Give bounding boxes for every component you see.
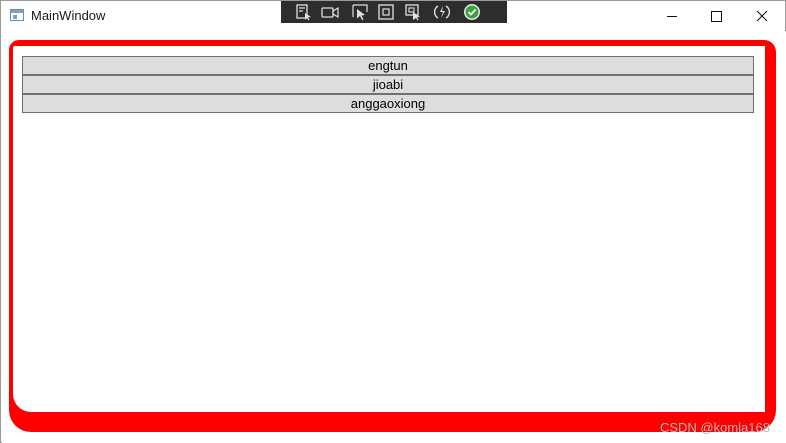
watermark: CSDN @komla168: [659, 420, 770, 435]
title-bar[interactable]: MainWindow: [1, 1, 785, 31]
binding-status-ok-icon[interactable]: [463, 3, 481, 21]
screen-record-icon[interactable]: [321, 3, 339, 21]
minimize-button[interactable]: [649, 1, 694, 31]
window-title: MainWindow: [31, 8, 106, 23]
select-element-icon[interactable]: [351, 3, 369, 21]
track-focus-icon[interactable]: [404, 3, 422, 21]
maximize-button[interactable]: [694, 1, 739, 31]
close-button[interactable]: [739, 1, 784, 31]
display-layout-adorners-icon[interactable]: [377, 3, 395, 21]
minimize-icon: [667, 16, 677, 17]
list-item-button[interactable]: jioabi: [22, 75, 754, 94]
live-visual-tree-icon[interactable]: [295, 3, 313, 21]
wpf-debug-toolbar: [281, 1, 507, 23]
maximize-icon: [711, 11, 722, 22]
list-item-button[interactable]: anggaoxiong: [22, 94, 754, 113]
list-item-button[interactable]: engtun: [22, 56, 754, 75]
close-icon: [756, 10, 768, 22]
app-window-icon: [10, 9, 24, 21]
hot-reload-icon[interactable]: [433, 3, 451, 21]
